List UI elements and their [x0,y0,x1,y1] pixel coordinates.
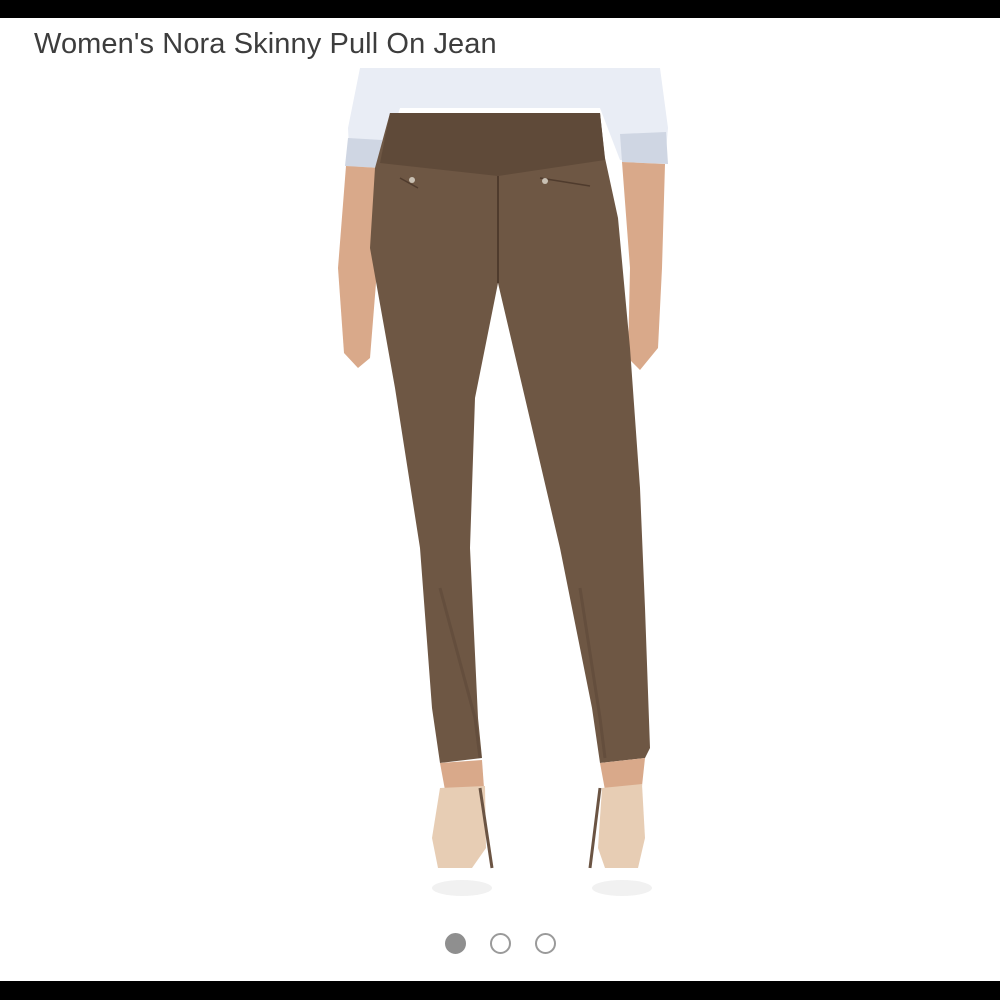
product-title: Women's Nora Skinny Pull On Jean [34,28,497,60]
carousel-indicators [0,933,1000,957]
product-photo-illustration [338,68,668,896]
pants-shape [370,113,650,763]
left-shoe [432,786,486,868]
status-bar [0,0,1000,18]
carousel-dot-3[interactable] [534,933,556,954]
carousel-dot-2[interactable] [489,933,511,954]
right-shoe [598,784,645,868]
bottom-bar [0,981,1000,1000]
product-image[interactable] [300,68,700,914]
carousel-dot-1[interactable] [444,933,466,954]
